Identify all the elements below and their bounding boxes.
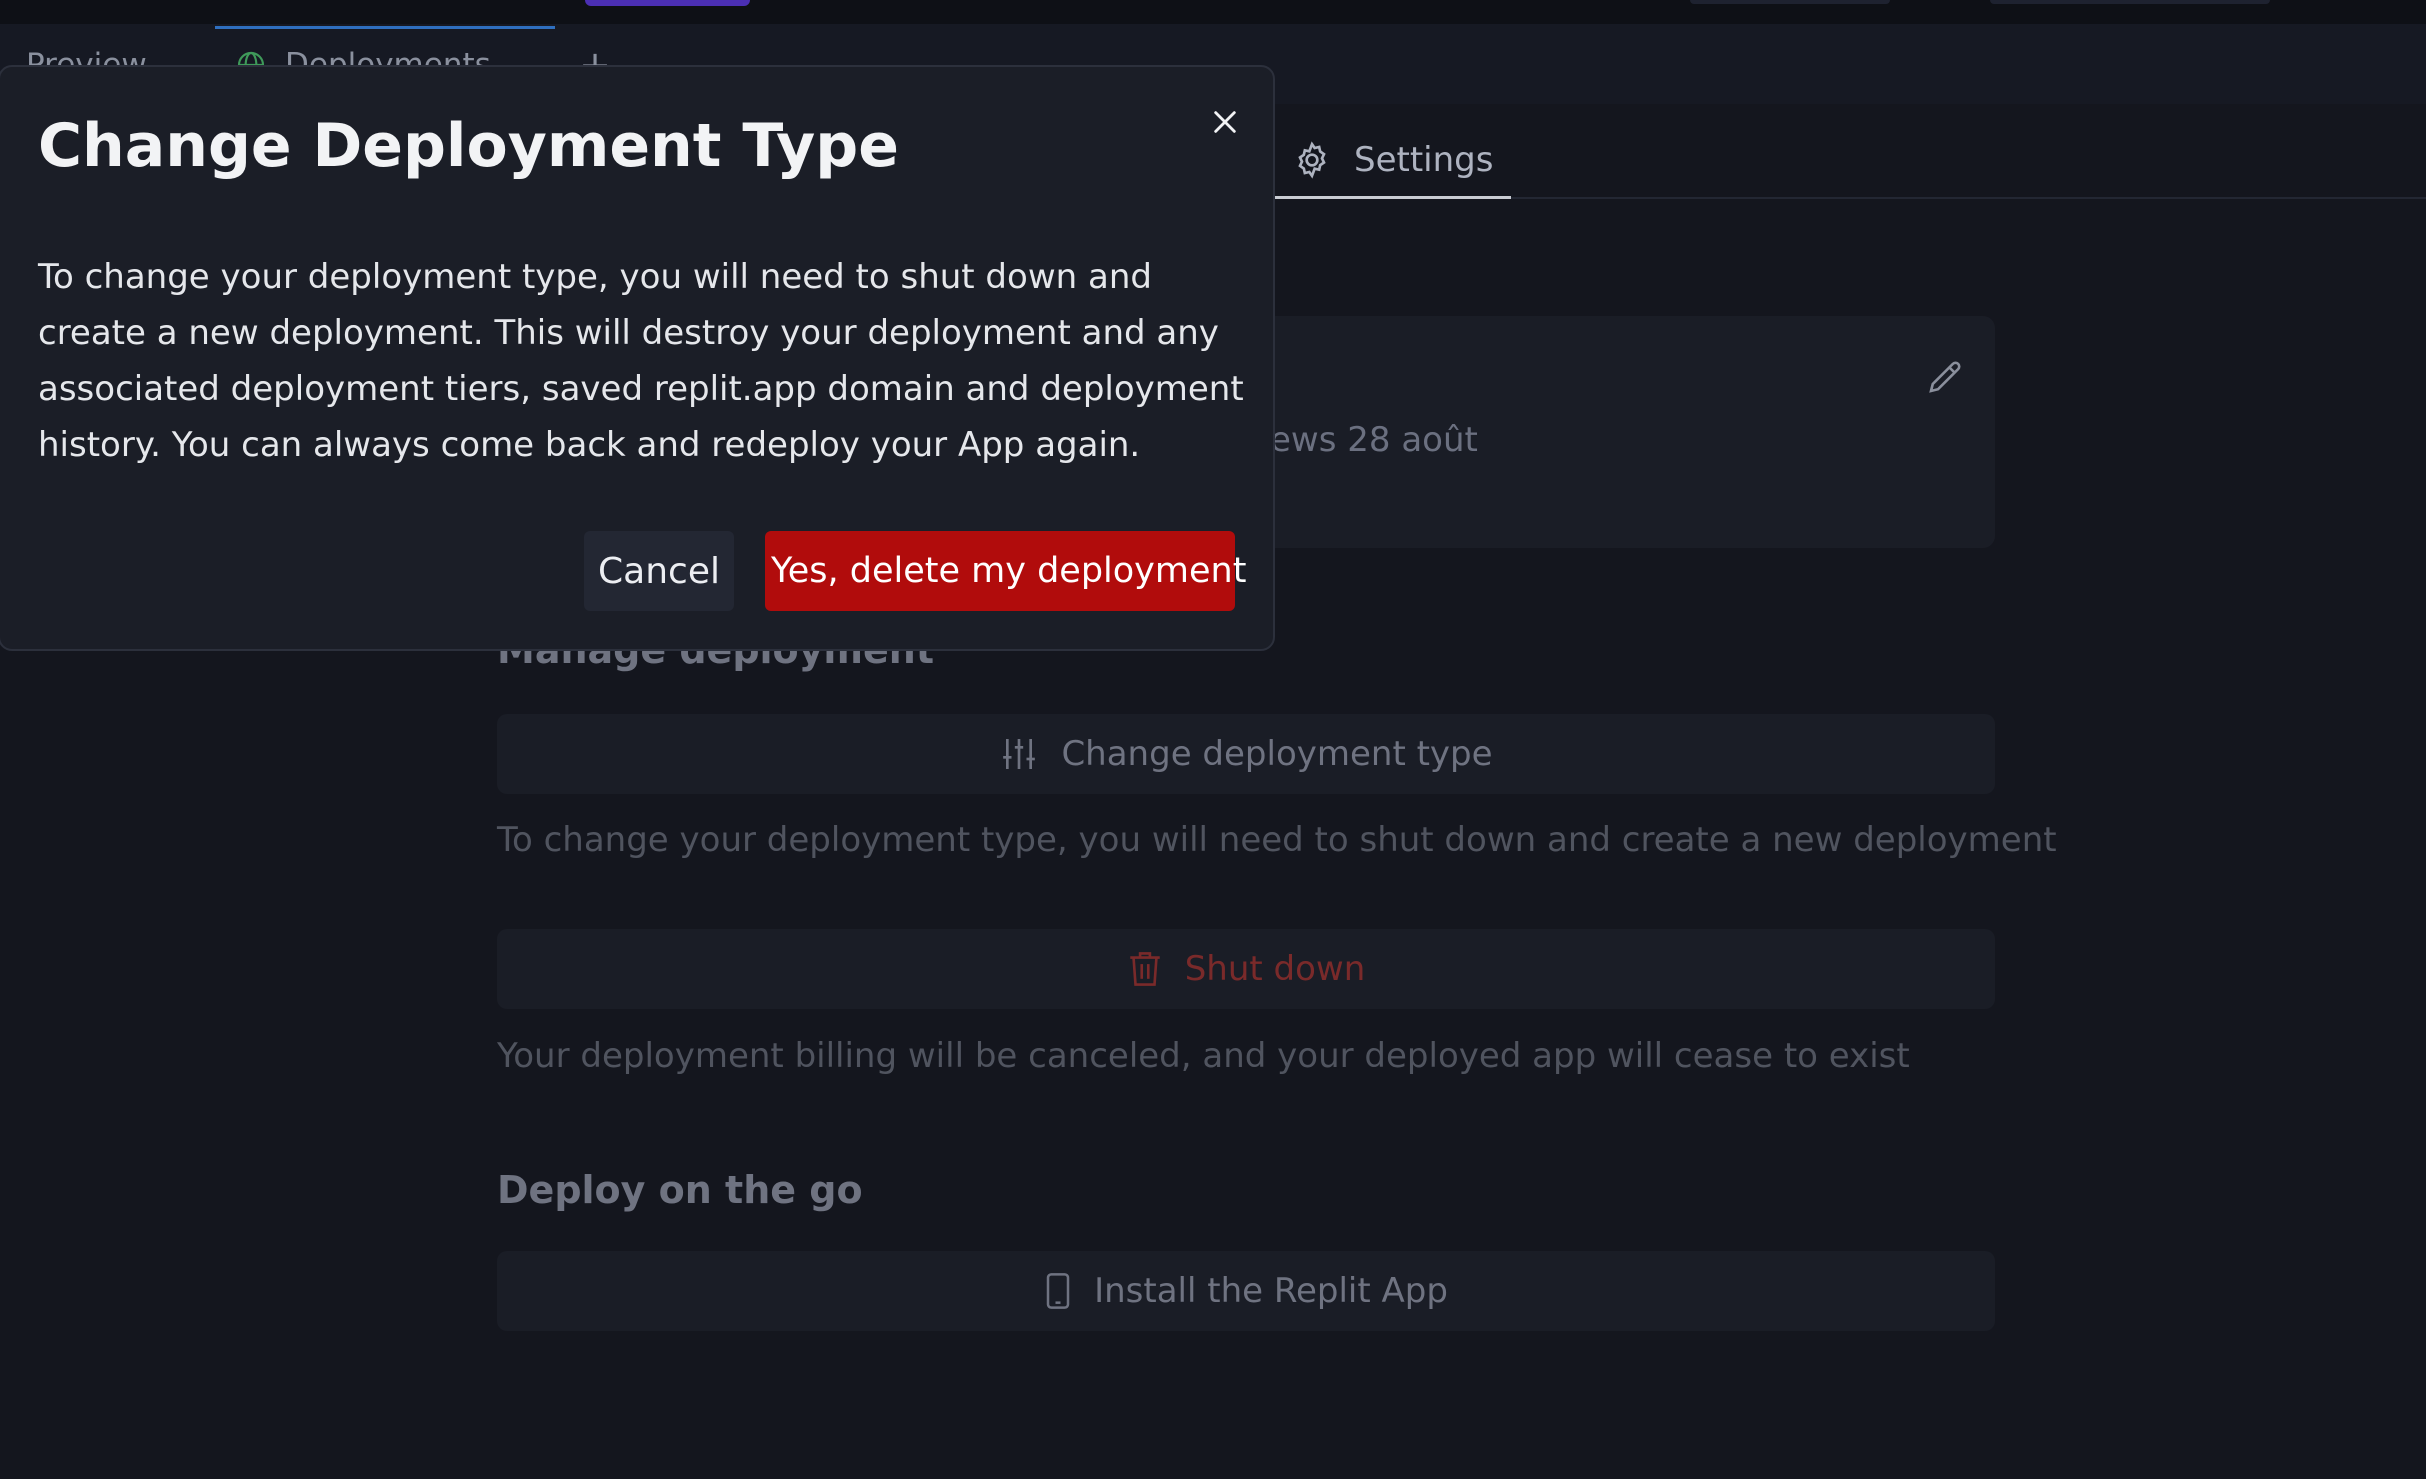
tab-label: Settings xyxy=(1354,139,1494,180)
top-pill xyxy=(1990,0,2270,4)
install-replit-app-button[interactable]: Install the Replit App xyxy=(497,1251,1995,1331)
button-label: Change deployment type xyxy=(1061,734,1493,774)
replit-workspace: Preview Deployments + Settings ews 28 ao… xyxy=(0,0,2426,1479)
phone-icon xyxy=(1044,1271,1072,1311)
deploy-on-the-go-heading: Deploy on the go xyxy=(497,1168,863,1212)
sliders-icon xyxy=(999,734,1039,774)
close-icon xyxy=(1211,108,1239,136)
change-deployment-type-button[interactable]: Change deployment type xyxy=(497,714,1995,794)
top-accent-bar xyxy=(585,0,750,6)
shut-down-button[interactable]: Shut down xyxy=(497,929,1995,1009)
trash-icon xyxy=(1127,949,1163,989)
change-deployment-type-dialog: Change Deployment Type To change your de… xyxy=(0,65,1275,651)
close-button[interactable] xyxy=(1200,97,1250,147)
pencil-icon[interactable] xyxy=(1924,356,1966,398)
dialog-message: To change your deployment type, you will… xyxy=(38,257,1244,465)
gear-icon xyxy=(1292,140,1332,180)
top-pill xyxy=(1690,0,1890,4)
cancel-button[interactable]: Cancel xyxy=(584,531,734,611)
dialog-title: Change Deployment Type xyxy=(38,111,899,181)
change-type-helper: To change your deployment type, you will… xyxy=(497,820,2057,860)
button-label: Install the Replit App xyxy=(1094,1271,1448,1311)
deployment-date: ews 28 août xyxy=(1270,420,1478,460)
tab-settings[interactable]: Settings xyxy=(1270,120,1511,199)
top-bar xyxy=(0,0,2426,24)
button-label: Shut down xyxy=(1184,949,1366,989)
confirm-delete-deployment-button[interactable]: Yes, delete my deployment xyxy=(765,531,1246,611)
shut-down-helper: Your deployment billing will be canceled… xyxy=(497,1036,1910,1076)
